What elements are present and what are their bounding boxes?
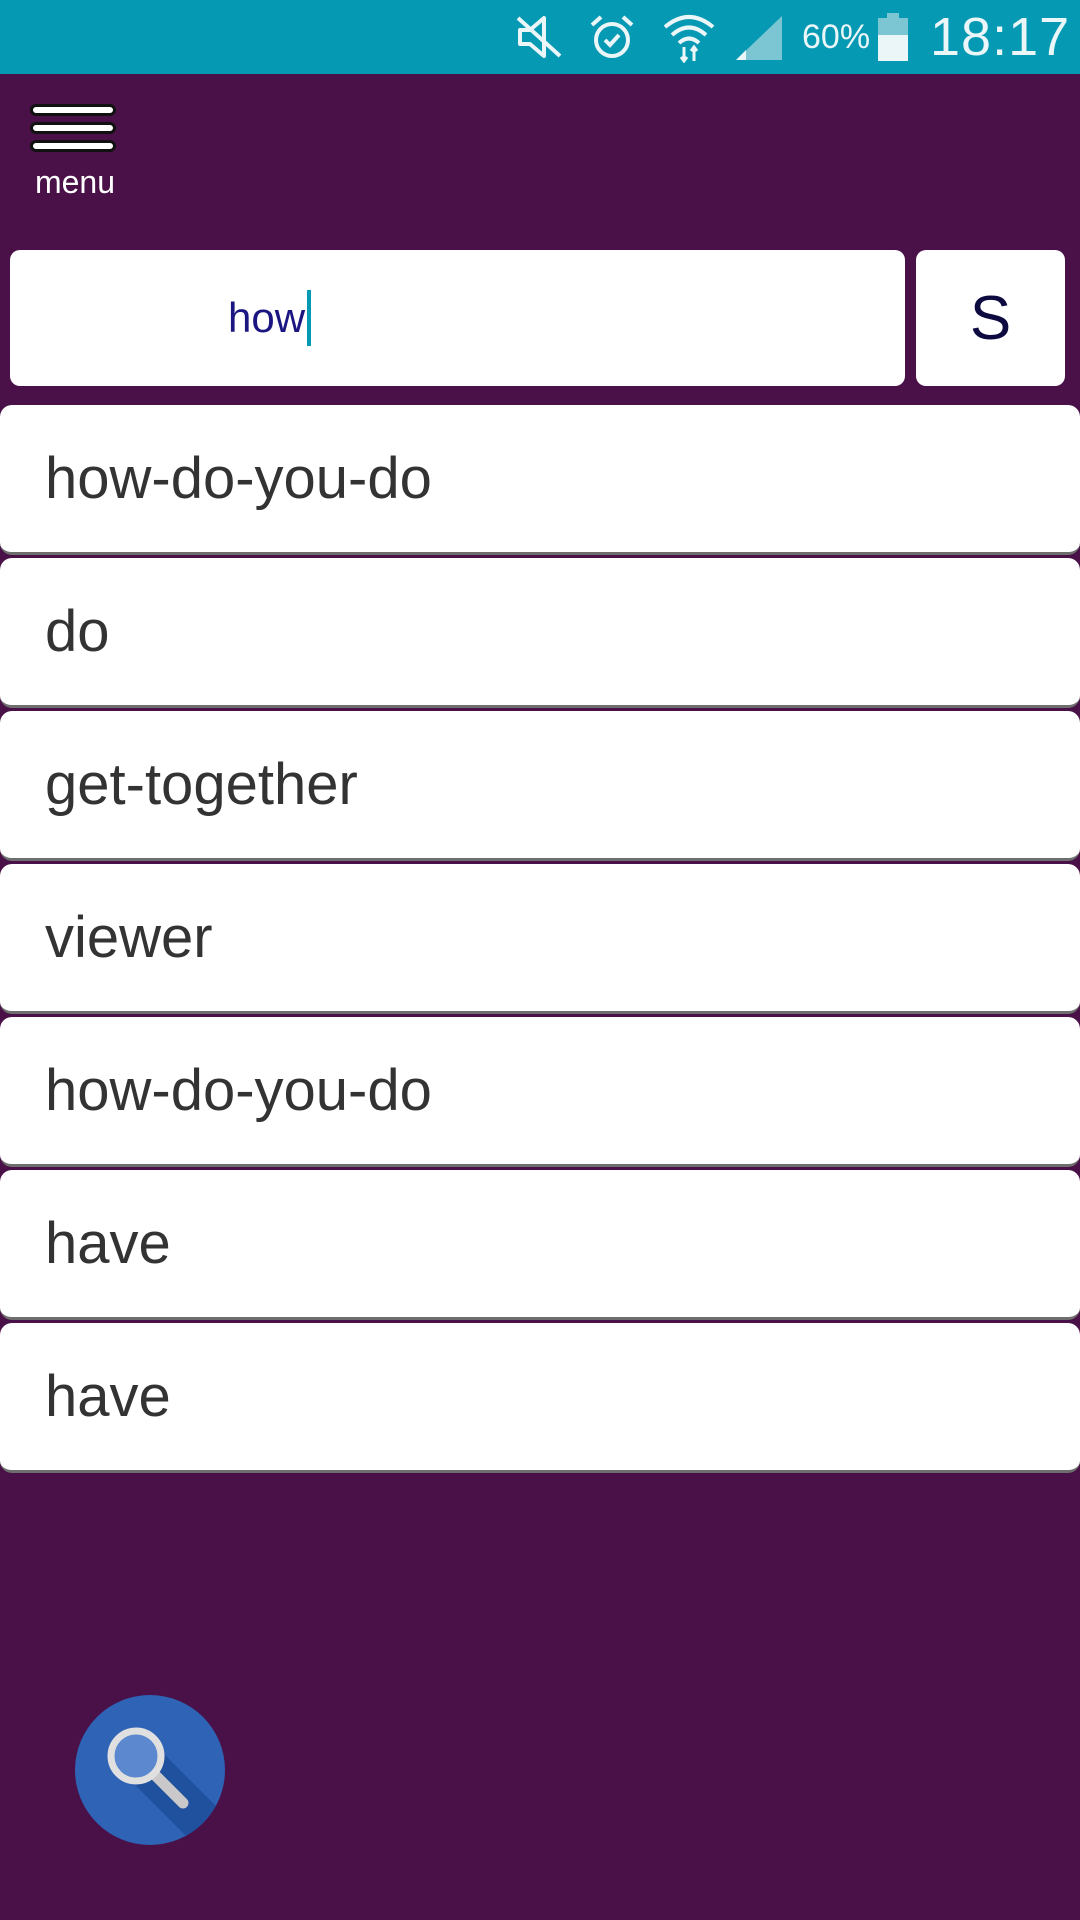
clock: 18:17 <box>930 7 1071 67</box>
suggestion-list: how-do-you-do do get-together viewer how… <box>0 405 1080 1476</box>
hamburger-icon-bar <box>30 140 116 152</box>
list-item[interactable]: get-together <box>0 711 1080 861</box>
signal-icon <box>734 0 786 74</box>
search-icon <box>107 1727 225 1845</box>
list-item[interactable]: viewer <box>0 864 1080 1014</box>
list-item[interactable]: how-do-you-do <box>0 1017 1080 1167</box>
wifi-icon <box>662 0 718 74</box>
search-input[interactable]: how <box>10 250 905 386</box>
hamburger-icon <box>30 104 116 116</box>
search-input-text: how <box>228 294 306 341</box>
search-fab[interactable] <box>75 1695 225 1845</box>
text-caret <box>307 289 312 346</box>
list-item[interactable]: do <box>0 558 1080 708</box>
list-item[interactable]: have <box>0 1170 1080 1320</box>
alarm-icon <box>588 0 640 74</box>
menu-label: menu <box>34 164 116 200</box>
s-button[interactable]: S <box>916 250 1065 386</box>
status-bar: 60% 18:17 <box>0 0 1080 74</box>
hamburger-icon-bar <box>30 122 116 134</box>
battery-icon <box>878 0 908 74</box>
battery-percent: 60% <box>802 17 871 56</box>
search-input-value: how <box>228 289 312 346</box>
mute-icon <box>514 0 570 74</box>
menu-button[interactable]: menu <box>26 102 124 202</box>
list-item[interactable]: how-do-you-do <box>0 405 1080 555</box>
list-item[interactable]: have <box>0 1323 1080 1473</box>
